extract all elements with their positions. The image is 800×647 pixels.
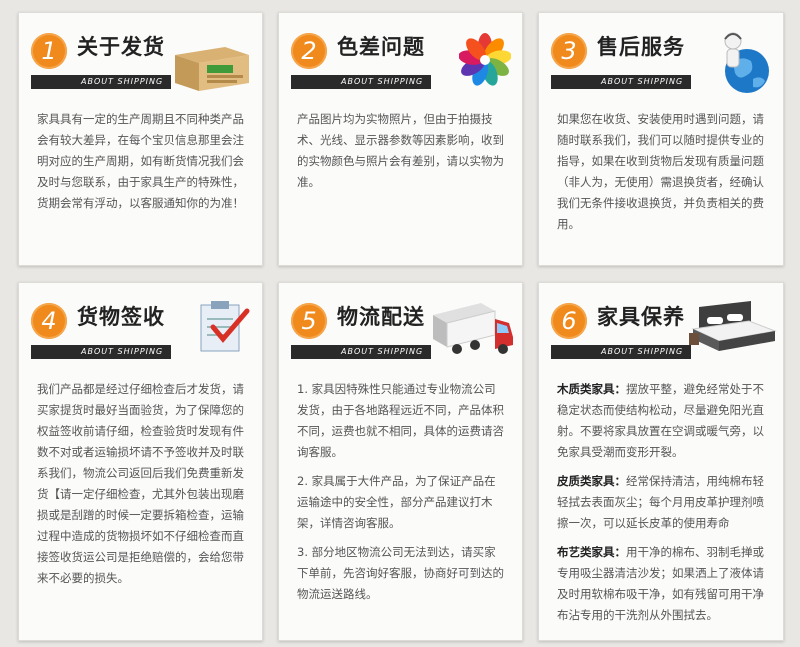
card-receipt: 4 货物签收 ABOUT SHIPPING 我们产品都是经过仔细检查后才发货，请…	[18, 282, 263, 641]
card-number: 3	[551, 33, 587, 69]
support-globe-icon	[724, 32, 769, 93]
card-subtitle: ABOUT SHIPPING	[601, 77, 684, 86]
card-body: 木质类家具：摆放平整，避免经常处于不稳定状态而使结构松动，尽量避免阳光直射。不要…	[557, 379, 765, 634]
card-header: 6 家具保养 ABOUT SHIPPING	[539, 283, 783, 373]
card-header: 3 售后服务 ABOUT SHIPPING	[539, 13, 783, 103]
maintenance-wood: 木质类家具：摆放平整，避免经常处于不稳定状态而使结构松动，尽量避免阳光直射。不要…	[557, 379, 765, 463]
card-header: 5 物流配送 ABOUT SHIPPING	[279, 283, 522, 373]
card-body: 如果您在收货、安装使用时遇到问题，请随时联系我们，我们可以随时提供专业的指导，如…	[557, 112, 764, 231]
card-after-sales: 3 售后服务 ABOUT SHIPPING 如果您在收货、安装使用时遇到问题，请…	[538, 12, 784, 266]
card-number: 4	[31, 303, 67, 339]
page: { "subtitle": "ABOUT SHIPPING", "cards":…	[0, 0, 800, 647]
card-number: 5	[291, 303, 327, 339]
card-body: 我们产品都是经过仔细检查后才发货，请买家提货时最好当面验货，为了保障您的权益签收…	[37, 382, 244, 585]
card-subtitle: ABOUT SHIPPING	[81, 77, 164, 86]
truck-icon	[433, 303, 513, 354]
card-logistics: 5 物流配送 ABOUT SHIPPING 1. 家具因特殊性只能通过专业物流公…	[278, 282, 523, 641]
card-maintenance: 6 家具保养 ABOUT SHIPPING 木质类家具：摆放平整，避免经常处于不…	[538, 282, 784, 641]
card-header: 1 关于发货 ABOUT SHIPPING	[19, 13, 262, 103]
card-title: 色差问题	[337, 35, 425, 59]
color-wheel-icon	[459, 33, 511, 86]
wood-label: 木质类家具：	[557, 382, 626, 396]
checklist-icon	[200, 301, 250, 352]
card-title: 物流配送	[337, 305, 425, 329]
card-subtitle: ABOUT SHIPPING	[81, 347, 164, 356]
card-title: 家具保养	[597, 305, 685, 329]
maintenance-leather: 皮质类家具：经常保持清洁，用纯棉布轻轻拭去表面灰尘；每个月用皮革护理剂喷擦一次，…	[557, 471, 765, 534]
card-number: 6	[551, 303, 587, 339]
logistics-paragraph-1: 1. 家具因特殊性只能通过专业物流公司发货，由于各地路程远近不同，产品体积不同，…	[297, 382, 504, 459]
logistics-paragraph-3: 3. 部分地区物流公司无法到达，请买家下单前，先咨询好客服，协商好可到达的物流运…	[297, 545, 504, 601]
card-header: 2 色差问题 ABOUT SHIPPING	[279, 13, 522, 103]
card-title: 关于发货	[77, 35, 165, 59]
card-number: 1	[31, 33, 67, 69]
card-body: 家具具有一定的生产周期且不同种类产品会有较大差异，在每个宝贝信息那里会注明对应的…	[37, 112, 244, 210]
bed-icon	[689, 301, 777, 351]
card-color-difference: 2 色差问题 ABOUT SHIPPING 产品图片均为实物照片，但由于拍摄技术…	[278, 12, 523, 266]
logistics-paragraph-2: 2. 家具属于大件产品，为了保证产品在运输途中的安全性，部分产品建议打木架，详情…	[297, 474, 496, 530]
card-header: 4 货物签收 ABOUT SHIPPING	[19, 283, 262, 373]
card-shipping: 1 关于发货 ABOUT SHIPPING 家具具有一定的生产周期且不同种类产品…	[18, 12, 263, 266]
card-subtitle: ABOUT SHIPPING	[341, 347, 424, 356]
card-body: 产品图片均为实物照片，但由于拍摄技术、光线、显示器参数等因素影响，收到的实物颜色…	[297, 112, 504, 189]
leather-label: 皮质类家具：	[557, 474, 626, 488]
cardboard-box-icon	[175, 47, 249, 91]
card-title: 货物签收	[77, 305, 165, 329]
card-body: 1. 家具因特殊性只能通过专业物流公司发货，由于各地路程远近不同，产品体积不同，…	[297, 379, 504, 613]
maintenance-fabric: 布艺类家具：用干净的棉布、羽制毛掸或专用吸尘器清洁沙发；如果洒上了液体请及时用软…	[557, 542, 765, 626]
card-title: 售后服务	[597, 35, 685, 59]
card-number: 2	[291, 33, 327, 69]
card-subtitle: ABOUT SHIPPING	[341, 77, 424, 86]
fabric-label: 布艺类家具：	[557, 545, 626, 559]
card-subtitle: ABOUT SHIPPING	[601, 347, 684, 356]
